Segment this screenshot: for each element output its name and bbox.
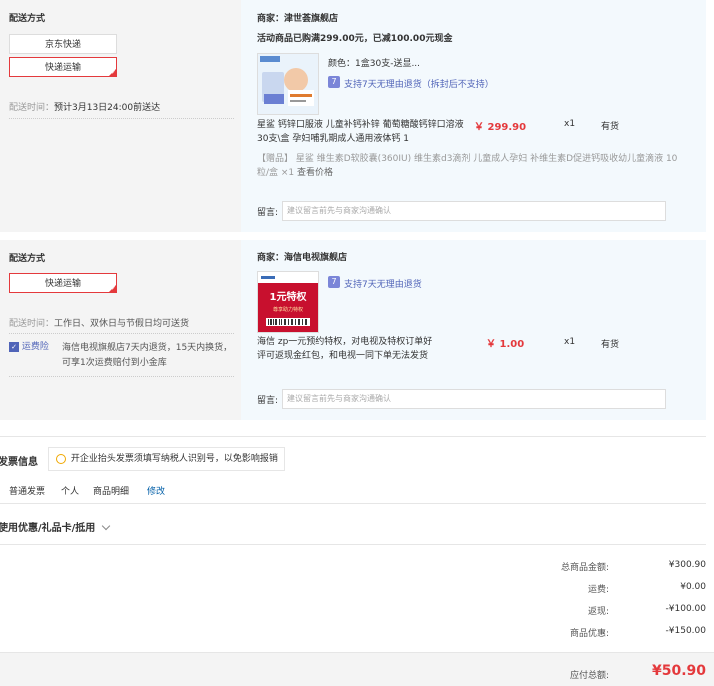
- shipping-title-1: 配送方式: [9, 14, 46, 24]
- product-price-1: ￥ 299.90: [474, 122, 527, 133]
- invoice-tip-box: 开企业抬头发票须填写纳税人识别号，以免影响报销: [48, 447, 285, 471]
- merchant-2: 商家：海信电视旗舰店: [257, 250, 347, 263]
- divider: [9, 376, 234, 377]
- product-stock-1: 有货: [601, 122, 620, 132]
- product-image-2[interactable]: 1元特权 尊享助力特权: [257, 271, 319, 333]
- seven-day-return-icon: 7: [328, 76, 340, 88]
- delivery-time-value-2: 工作日、双休日与节假日均可送货: [54, 319, 190, 329]
- product-name-2[interactable]: 海信 zp一元预约特权，对电视及特权订单好评可返现金红包，和电视一同下单无法发货: [257, 335, 441, 363]
- delivery-time-value-1[interactable]: 预计3月13日24:00前送达: [54, 100, 160, 113]
- payable-value: ¥50.90: [651, 663, 706, 679]
- product-name-1[interactable]: 星鲨 钙锌口服液 儿童补钙补锌 葡萄糖酸钙锌口溶液30支\盒 孕妇哺乳期成人通用…: [257, 118, 469, 146]
- section-divider: [0, 436, 706, 437]
- freight-insurance-badge[interactable]: ✓ 运费险: [9, 341, 49, 353]
- color-label: 颜色：: [328, 59, 356, 69]
- insurance-icon: ✓: [9, 341, 19, 352]
- color-spec: 颜色：1盒30支-送显...: [328, 56, 420, 69]
- product-photo: [258, 54, 318, 114]
- shipping-option-express-2[interactable]: 快递运输: [9, 273, 117, 293]
- discount-label: 商品优惠:: [569, 629, 609, 639]
- product-photo: 1元特权 尊享助力特权: [258, 272, 318, 332]
- invoice-edit-link[interactable]: 修改: [147, 484, 165, 497]
- return-policy-2: 支持7天无理由退货: [344, 280, 422, 290]
- gift-line: 【赠品】 星鲨 维生素D软胶囊(360IU) 维生素d3滴剂 儿童成人孕妇 补维…: [257, 152, 687, 180]
- insurance-text: 海信电视旗舰店7天内退货，15天内换货，可享1次运费赔付到小金库: [62, 343, 233, 368]
- invoice-type: 普通发票: [9, 487, 46, 497]
- cashback-label: 返现:: [587, 607, 609, 617]
- gift-tag: 【赠品】: [257, 154, 294, 164]
- merchant-label: 商家：: [257, 14, 285, 24]
- message-input-2[interactable]: 建议留言前先与商家沟通确认: [282, 389, 666, 409]
- merchant-name[interactable]: 津世荟旗舰店: [284, 14, 338, 24]
- color-value: 1盒30支-送显...: [355, 59, 421, 69]
- merchant-name[interactable]: 海信电视旗舰店: [284, 253, 347, 263]
- freight-value: ¥0.00: [680, 582, 706, 592]
- gift-price-link[interactable]: 查看价格: [297, 168, 333, 178]
- lightbulb-icon: [56, 453, 66, 464]
- cashback-value: -¥100.00: [665, 604, 706, 614]
- shipping-option-express[interactable]: 快递运输: [9, 57, 117, 77]
- invoice-title: 发票信息: [0, 457, 38, 468]
- section-divider: [0, 544, 706, 545]
- message-input-1[interactable]: 建议留言前先与商家沟通确认: [282, 201, 666, 221]
- product-stock-2: 有货: [601, 340, 620, 350]
- coupon-toggle[interactable]: 使用优惠/礼品卡/抵用: [0, 519, 111, 534]
- invoice-content: 商品明细: [93, 487, 130, 497]
- divider: [9, 333, 234, 334]
- shipping-option-jd[interactable]: 京东快递: [9, 34, 117, 54]
- promo-text: 活动商品已购满299.00元，已减100.00元现金: [257, 34, 453, 44]
- payable-label: 应付总额:: [569, 671, 609, 681]
- total-label: 总商品金额:: [560, 563, 609, 573]
- invoice-tip: 开企业抬头发票须填写纳税人识别号，以免影响报销: [70, 454, 278, 464]
- total-value: ¥300.90: [668, 560, 706, 570]
- product-image-subtitle: 尊享助力特权: [273, 306, 303, 313]
- message-label-1: 留言:: [257, 208, 279, 218]
- coupon-title: 使用优惠/礼品卡/抵用: [0, 523, 96, 534]
- message-label-2: 留言:: [257, 396, 279, 406]
- seven-day-return-icon: 7: [328, 276, 340, 288]
- shipping-panel-2: [0, 240, 241, 420]
- merchant-1: 商家：津世荟旗舰店: [257, 11, 338, 24]
- delivery-time-label-2: 配送时间：: [9, 319, 55, 329]
- invoice-person: 个人: [61, 487, 80, 497]
- product-price-2: ￥ 1.00: [486, 339, 525, 350]
- freight-label: 运费:: [587, 585, 609, 595]
- shipping-title-2: 配送方式: [9, 254, 46, 264]
- section-divider: [0, 503, 706, 504]
- discount-value: -¥150.00: [665, 626, 706, 636]
- product-qty-1: x1: [564, 119, 576, 129]
- delivery-time-label-1: 配送时间：: [9, 103, 55, 113]
- divider: [9, 118, 234, 119]
- merchant-label: 商家：: [257, 253, 285, 263]
- insurance-label: 运费险: [21, 342, 49, 352]
- chevron-down-icon: [101, 521, 111, 531]
- return-policy-1: 支持7天无理由退货（拆封后不支持）: [344, 80, 494, 90]
- product-image-title: 1元特权: [270, 290, 308, 303]
- product-qty-2: x1: [564, 337, 576, 347]
- product-image-1[interactable]: [257, 53, 319, 115]
